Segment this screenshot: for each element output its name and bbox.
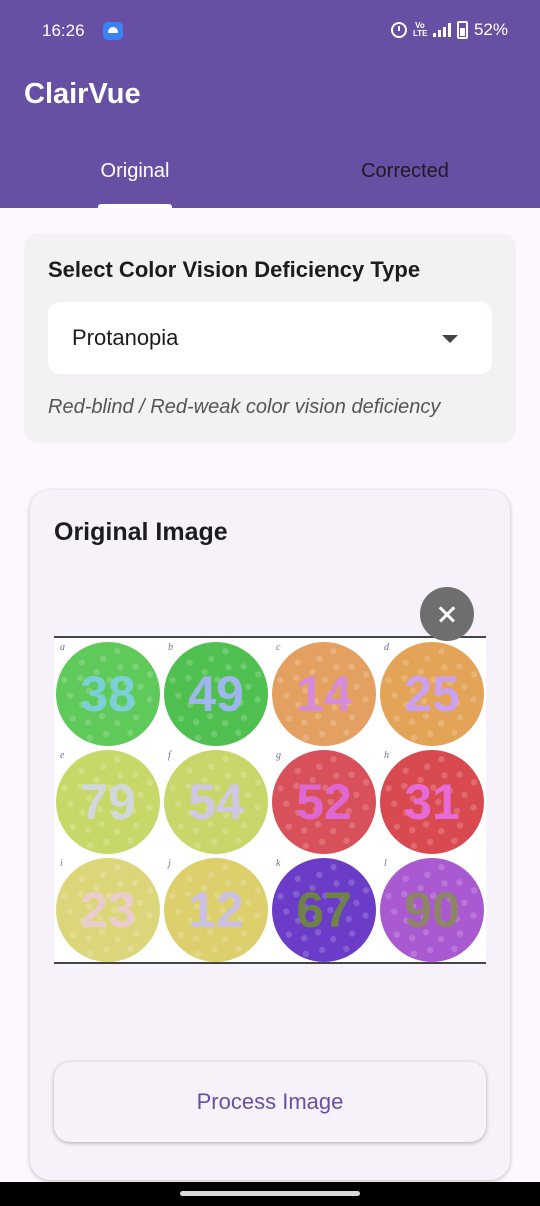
dropdown-value: Protanopia	[72, 325, 179, 350]
tab-original[interactable]: Original	[0, 160, 270, 183]
tab-indicator	[98, 204, 172, 208]
alarm-icon	[390, 22, 407, 38]
original-image-card: Original Image 38 a 49 b 14 c 25 d 79 e 54 f 52 g 31 h 2…	[30, 490, 510, 1180]
plate-letter: b	[168, 642, 173, 653]
plate-letter: j	[166, 858, 171, 869]
plate-letter: k	[276, 858, 281, 869]
plate-i: 23 i	[56, 858, 160, 962]
plate-letter: h	[384, 750, 389, 761]
status-bar: 16:26 Vo LTE 52%	[0, 0, 540, 62]
plate-g: 52 g	[272, 750, 376, 854]
plate-number: 23	[80, 882, 136, 938]
plate-number: 52	[296, 774, 352, 830]
plate-letter: l	[384, 858, 387, 869]
deficiency-dropdown[interactable]: Protanopia	[48, 302, 492, 374]
plate-e: 79 e	[56, 750, 160, 854]
battery-icon	[456, 21, 468, 39]
signal-icon	[432, 23, 451, 37]
plate-letter: g	[276, 750, 281, 761]
plate-number: 12	[188, 882, 244, 938]
plate-l: 90 l	[380, 858, 484, 962]
plate-number: 90	[404, 882, 460, 938]
plate-letter: f	[168, 750, 172, 761]
plate-number: 67	[296, 882, 352, 938]
ishihara-plates: 38 a 49 b 14 c 25 d 79 e 54 f 52 g 31 h 23 i 12 j 67 k 90 l	[56, 642, 484, 962]
plate-f: 54 f	[164, 750, 268, 854]
plate-number: 49	[188, 666, 244, 722]
plate-number: 31	[404, 774, 460, 830]
home-indicator[interactable]	[180, 1191, 360, 1196]
close-icon[interactable]	[420, 587, 474, 641]
deficiency-description: Red-blind / Red-weak color vision defici…	[48, 396, 441, 418]
plate-letter: e	[60, 750, 65, 761]
status-right: Vo LTE 52%	[390, 20, 508, 40]
plate-number: 79	[80, 774, 136, 830]
plate-k: 67 k	[272, 858, 376, 962]
deficiency-heading: Select Color Vision Deficiency Type	[48, 257, 421, 282]
tab-corrected[interactable]: Corrected	[270, 160, 540, 183]
plate-letter: a	[60, 642, 65, 653]
deficiency-card: Select Color Vision Deficiency Type Prot…	[24, 233, 516, 443]
plate-number: 38	[80, 666, 136, 722]
plate-b: 49 b	[164, 642, 268, 746]
android-app-icon	[103, 22, 123, 40]
ishihara-image: 38 a 49 b 14 c 25 d 79 e 54 f 52 g 31 h 23 i 12 j 67 k 90 l	[54, 636, 486, 964]
plate-letter: d	[384, 642, 390, 653]
image-card-title: Original Image	[54, 518, 228, 546]
app-title: ClairVue	[24, 78, 141, 110]
app-bar: 16:26 Vo LTE 52% ClairVue Original Corre…	[0, 0, 540, 208]
process-image-button[interactable]: Process Image	[54, 1062, 486, 1142]
plate-number: 54	[188, 774, 244, 830]
status-time: 16:26	[42, 21, 85, 40]
plate-number: 14	[296, 666, 352, 722]
plate-d: 25 d	[380, 642, 484, 746]
volte-icon: Vo LTE	[412, 21, 428, 38]
plate-letter: c	[276, 642, 281, 653]
plate-j: 12 j	[164, 858, 268, 962]
battery-percent: 52%	[473, 20, 508, 39]
plate-h: 31 h	[380, 750, 484, 854]
dropdown-arrow-icon	[442, 335, 458, 343]
plate-letter: i	[60, 858, 63, 869]
plate-number: 25	[404, 666, 460, 722]
plate-a: 38 a	[56, 642, 160, 746]
plate-c: 14 c	[272, 642, 376, 746]
